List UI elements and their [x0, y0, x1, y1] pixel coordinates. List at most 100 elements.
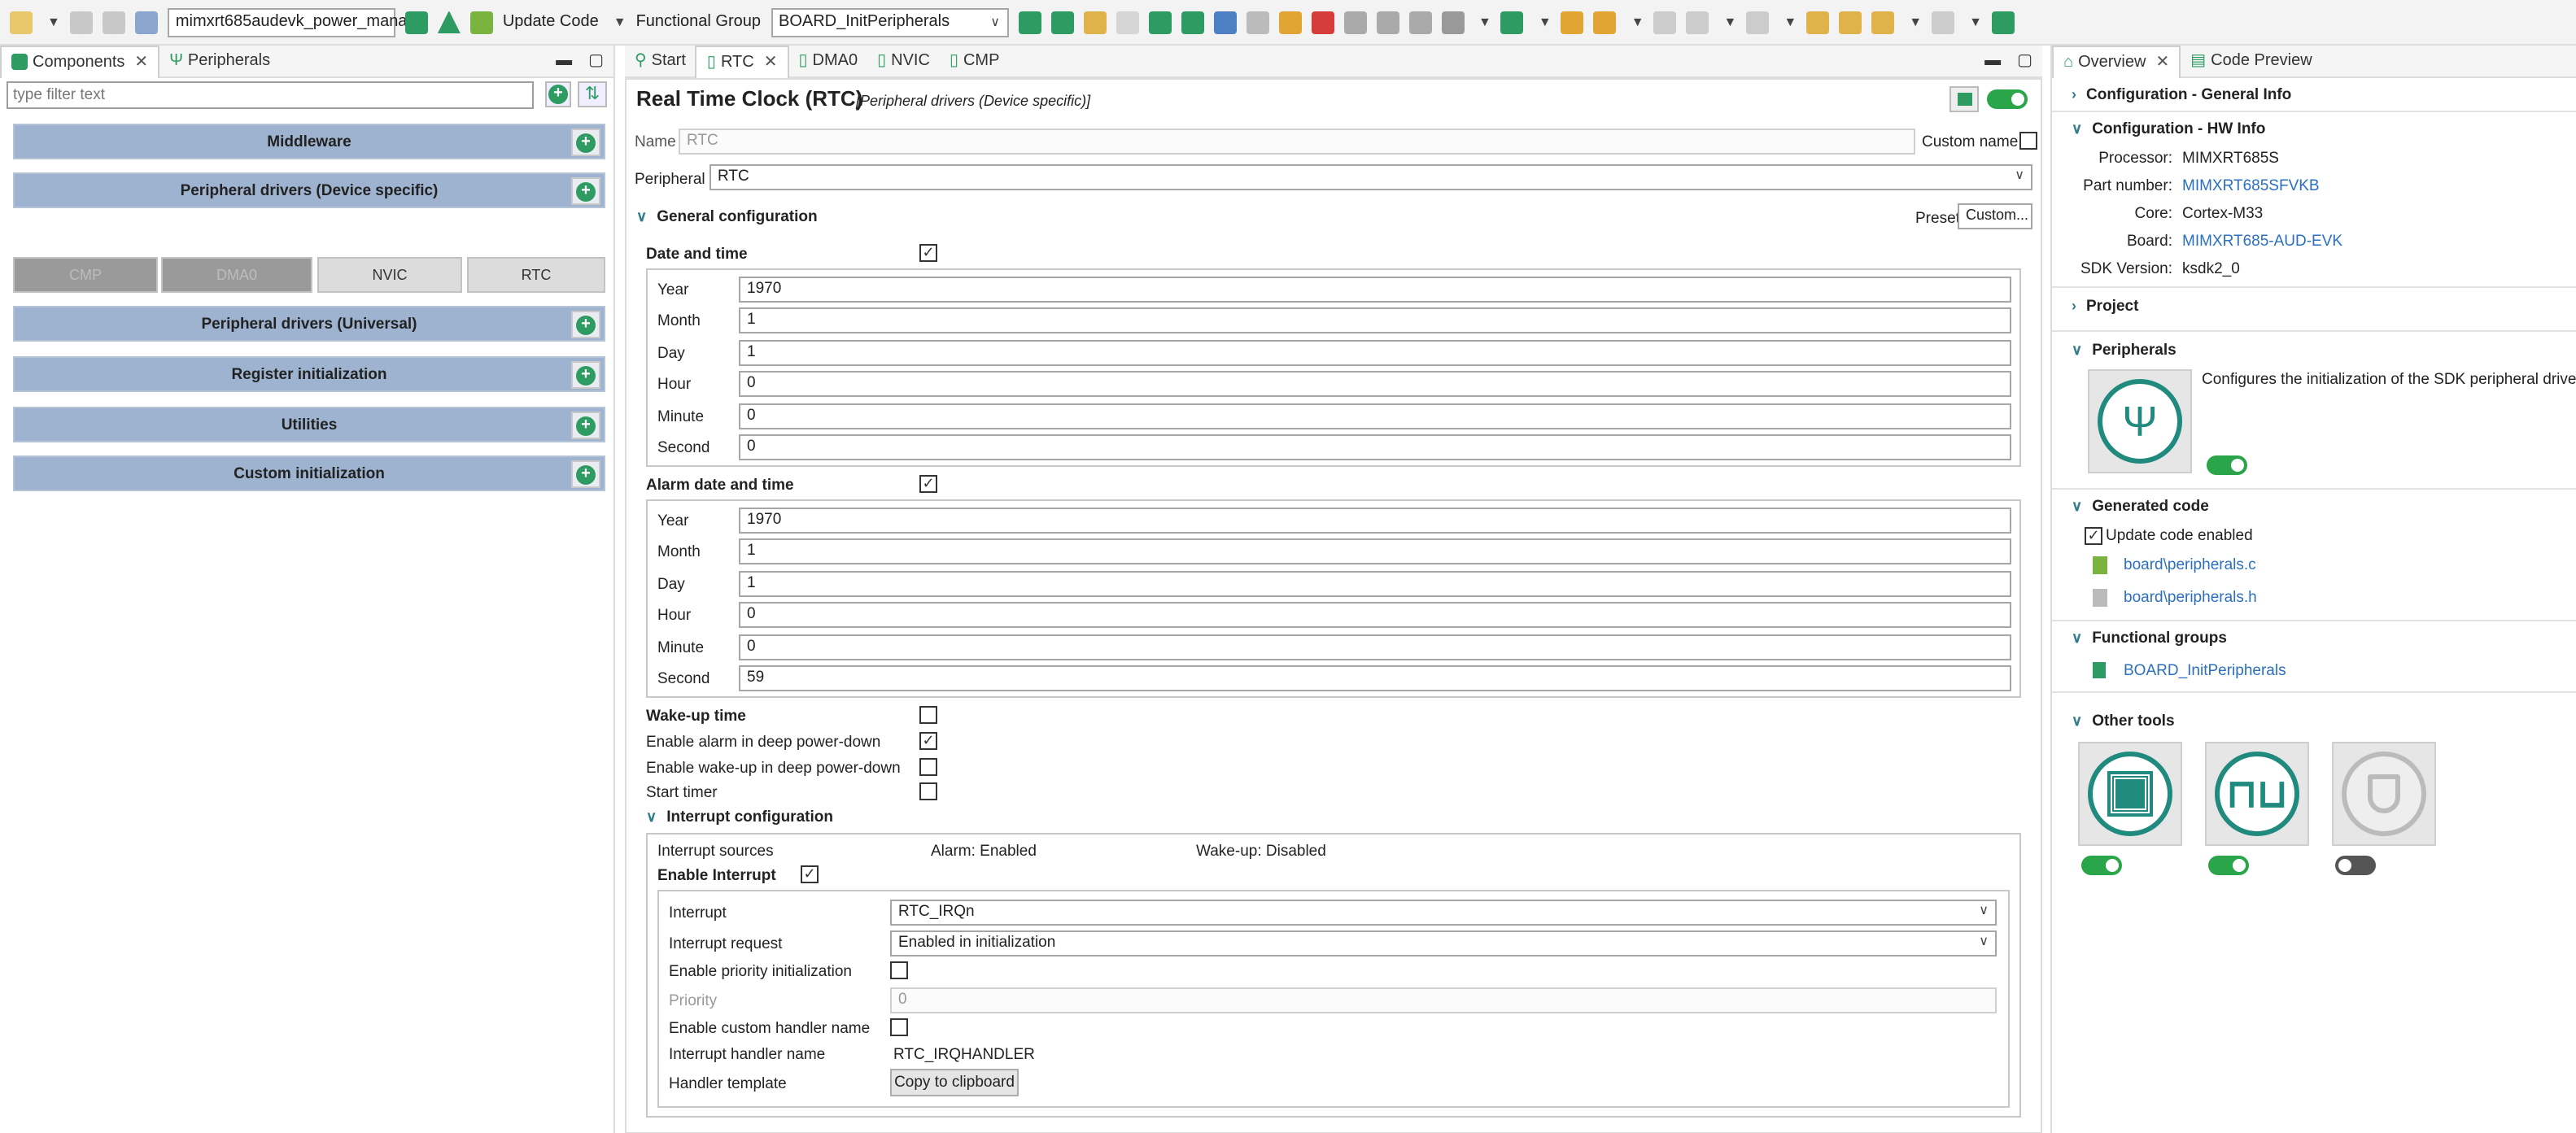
- peripherals-toggle[interactable]: [2207, 455, 2247, 475]
- nav-forward-icon[interactable]: [1932, 11, 1955, 33]
- close-icon[interactable]: ✕: [134, 53, 148, 71]
- clocks-tool-tile[interactable]: ⊓⊔: [2205, 742, 2309, 846]
- close-icon[interactable]: ✕: [2155, 53, 2169, 71]
- new-icon[interactable]: [10, 11, 33, 33]
- save-all-icon[interactable]: [102, 11, 125, 33]
- clocks-tool-toggle[interactable]: [2208, 856, 2249, 875]
- chip-icon[interactable]: [1213, 11, 1236, 33]
- add-register-init-button[interactable]: +: [571, 361, 600, 389]
- functional-group-link[interactable]: BOARD_InitPeripherals: [2124, 662, 2286, 680]
- date_time-hour-field[interactable]: 0: [739, 371, 2011, 398]
- project-header[interactable]: › Project: [2072, 298, 2138, 316]
- peripheral-select[interactable]: RTC ∨: [709, 164, 2032, 190]
- minimize-icon[interactable]: ▬: [556, 52, 572, 70]
- hw-value[interactable]: MIMXRT685-AUD-EVK: [2182, 233, 2342, 251]
- interrupt-config-header[interactable]: ∨ Interrupt configuration: [646, 808, 833, 826]
- general-info-header[interactable]: › Configuration - General Info: [2072, 86, 2291, 104]
- priority-init-checkbox[interactable]: [890, 961, 908, 979]
- sort-button[interactable]: ⇅: [578, 81, 607, 107]
- group-custom-initialization[interactable]: Custom initialization +: [13, 455, 605, 491]
- date_time-minute-field[interactable]: 0: [739, 403, 2011, 429]
- tab-nvic[interactable]: ▯ NVIC: [867, 45, 940, 77]
- peripherals-header[interactable]: ∨ Peripherals: [2072, 342, 2177, 360]
- tool-icon-10[interactable]: [1593, 11, 1617, 33]
- component-cmp[interactable]: CMP: [13, 257, 158, 293]
- tool-icon-7[interactable]: [1441, 11, 1464, 33]
- update-code-icon[interactable]: [469, 11, 493, 33]
- group-utilities[interactable]: Utilities +: [13, 407, 605, 442]
- tool-icon-3[interactable]: [1311, 11, 1334, 33]
- date_time-month-field[interactable]: 1: [739, 307, 2011, 334]
- tool-icon-9[interactable]: [1561, 11, 1584, 33]
- group-middleware[interactable]: Middleware +: [13, 124, 605, 159]
- hw-value[interactable]: MIMXRT685SFVKB: [2182, 177, 2320, 195]
- tool-icon-2[interactable]: [1278, 11, 1301, 33]
- project-combo[interactable]: mimxrt685audevk_power_mana∨: [167, 7, 421, 37]
- preset-select[interactable]: Custom...: [1958, 203, 2032, 229]
- export-icon[interactable]: [134, 11, 158, 33]
- add-utilities-button[interactable]: +: [571, 412, 600, 439]
- custom-name-checkbox[interactable]: [2019, 132, 2037, 150]
- update-code-dropdown-icon[interactable]: ▼: [613, 15, 627, 29]
- add-peripheral-universal-button[interactable]: +: [571, 311, 600, 338]
- tab-rtc[interactable]: ▯ RTC ✕: [695, 45, 789, 77]
- date-time-checkbox[interactable]: ✓: [919, 244, 937, 262]
- add-middleware-button[interactable]: +: [571, 129, 600, 156]
- flag-icon[interactable]: [1018, 11, 1041, 33]
- update-code-button[interactable]: Update Code: [503, 13, 599, 31]
- home-icon[interactable]: [404, 11, 428, 33]
- start-timer-checkbox[interactable]: [919, 782, 937, 800]
- tool-icon-8[interactable]: [1500, 11, 1524, 33]
- date_time-day-field[interactable]: 1: [739, 339, 2011, 366]
- tool-icon-12[interactable]: [1686, 11, 1709, 33]
- undo-icon[interactable]: [1083, 11, 1106, 33]
- sort-icon[interactable]: [1181, 11, 1203, 33]
- enable-interrupt-checkbox[interactable]: ✓: [801, 865, 819, 883]
- file-link-peripherals-c[interactable]: board\peripherals.c: [2124, 556, 2256, 574]
- pins-tool-tile[interactable]: [2078, 742, 2182, 846]
- enable-wakeup-checkbox[interactable]: [919, 758, 937, 776]
- date_time-second-field[interactable]: 0: [739, 434, 2011, 460]
- alarm-month-field[interactable]: 1: [739, 538, 2011, 565]
- tab-dma0[interactable]: ▯ DMA0: [788, 45, 867, 77]
- minimize-icon[interactable]: ▬: [1984, 52, 2001, 70]
- tab-start[interactable]: ⚲ Start: [625, 45, 696, 77]
- file-link-peripherals-h[interactable]: board\peripherals.h: [2124, 589, 2257, 607]
- group-peripheral-drivers-device[interactable]: Peripheral drivers (Device specific) +: [13, 172, 605, 208]
- alarm-year-field[interactable]: 1970: [739, 508, 2011, 534]
- alarm-day-field[interactable]: 1: [739, 570, 2011, 597]
- redo-icon[interactable]: [1116, 11, 1138, 33]
- tool-icon-13[interactable]: [1746, 11, 1770, 33]
- group-peripheral-drivers-universal[interactable]: Peripheral drivers (Universal) +: [13, 306, 605, 342]
- component-nvic[interactable]: NVIC: [317, 257, 462, 293]
- close-icon[interactable]: ✕: [764, 53, 778, 71]
- enable-component-toggle[interactable]: [1987, 89, 2028, 109]
- alarm-checkbox[interactable]: ✓: [919, 475, 937, 493]
- pin-icon[interactable]: [1148, 11, 1171, 33]
- generated-code-header[interactable]: ∨ Generated code: [2072, 498, 2209, 516]
- copy-to-clipboard-button[interactable]: Copy to clipboard: [890, 1069, 1019, 1096]
- date_time-year-field[interactable]: 1970: [739, 277, 2011, 303]
- group-register-initialization[interactable]: Register initialization +: [13, 356, 605, 392]
- maximize-icon[interactable]: ▢: [2017, 52, 2032, 70]
- general-config-header[interactable]: ∨ General configuration: [636, 208, 818, 226]
- alarm-hour-field[interactable]: 0: [739, 602, 2011, 629]
- interrupt-select[interactable]: RTC_IRQn ∨: [890, 900, 1997, 926]
- tool-icon-1[interactable]: [1246, 11, 1268, 33]
- other-tools-header[interactable]: ∨ Other tools: [2072, 712, 2175, 730]
- pins-tool-toggle[interactable]: [2081, 856, 2122, 875]
- tool-icon-11[interactable]: [1653, 11, 1677, 33]
- maximize-icon[interactable]: ▢: [588, 52, 604, 70]
- add-peripheral-device-button[interactable]: +: [571, 177, 600, 205]
- lock-button[interactable]: [1949, 86, 1979, 112]
- alarm-second-field[interactable]: 59: [739, 665, 2011, 691]
- tab-cmp[interactable]: ▯ CMP: [940, 45, 1010, 77]
- enable-alarm-checkbox[interactable]: ✓: [919, 732, 937, 750]
- open-perspective-icon[interactable]: [1991, 11, 2015, 33]
- warning-icon[interactable]: [437, 11, 461, 33]
- trustzone-tool-tile[interactable]: [2332, 742, 2436, 846]
- custom-handler-checkbox[interactable]: [890, 1018, 908, 1036]
- functional-groups-header[interactable]: ∨ Functional groups: [2072, 630, 2227, 647]
- add-filter-button[interactable]: +: [545, 81, 571, 107]
- component-rtc[interactable]: RTC: [467, 257, 605, 293]
